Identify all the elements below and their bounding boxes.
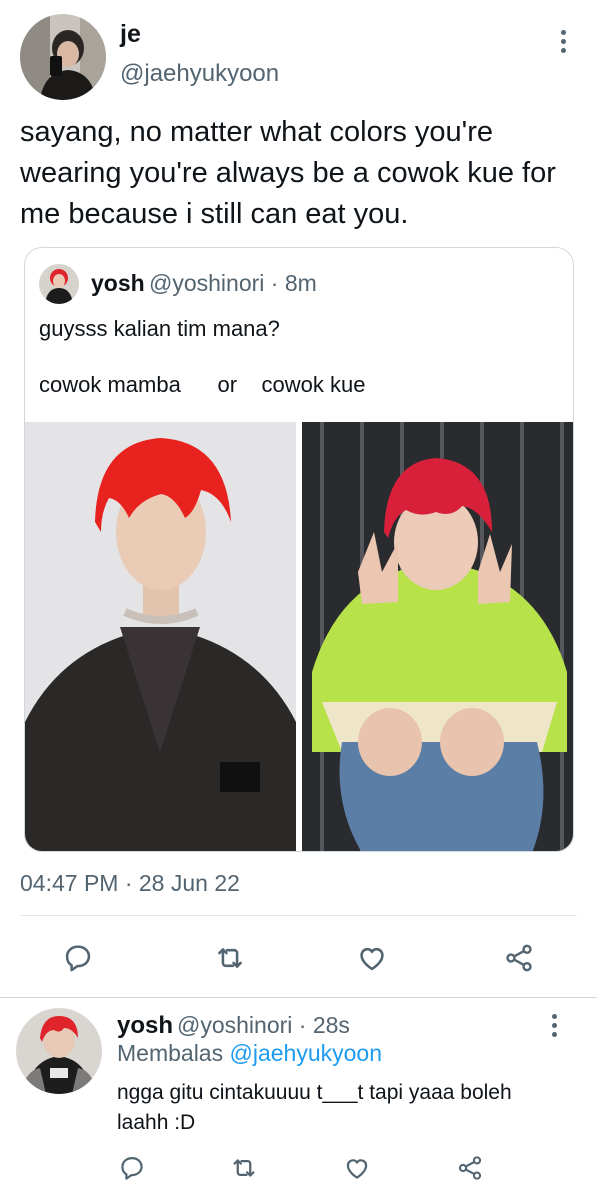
more-vertical-icon[interactable] [542,1008,566,1042]
more-vertical-icon[interactable] [551,24,575,58]
tweet-text: sayang, no matter what colors you're wea… [20,116,556,230]
divider [20,915,577,916]
reply-icon[interactable] [112,1148,152,1188]
photo-right[interactable] [302,422,573,851]
reply-icon[interactable] [55,935,101,981]
reply-text: ngga gitu cintakuuuu t___t tapi yaaa bol… [117,1081,512,1134]
quoted-tweet-options: cowok mamba or cowok kue [39,372,366,397]
retweet-icon[interactable] [224,1148,264,1188]
author-name[interactable]: je [120,20,141,49]
quoted-author-handle: @yoshinori · 8m [149,270,317,296]
main-tweet: je @jaehyukyoon sayang, no matter what c… [0,0,597,997]
avatar[interactable] [20,14,106,100]
photo-left[interactable] [25,422,296,851]
reply-author-name[interactable]: yosh [117,1012,173,1040]
tweet-timestamp: 04:47 PM · 28 Jun 22 [20,870,240,896]
share-icon[interactable] [450,1148,490,1188]
reply-author-handle[interactable]: @yoshinori · 28s [177,1012,350,1039]
author-handle[interactable]: @jaehyukyoon [120,60,279,88]
replying-prefix: Membalas [117,1040,224,1066]
quoted-media [25,422,573,851]
quoted-tweet[interactable]: yosh @yoshinori · 8m guysss kalian tim m… [24,247,574,852]
quoted-author-name: yosh [91,270,145,296]
quoted-tweet-text: guysss kalian tim mana? [39,316,280,341]
reply-tweet[interactable]: yosh @yoshinori · 28s Membalas @jaehyuky… [0,998,597,1200]
share-icon[interactable] [496,935,542,981]
avatar[interactable] [16,1008,102,1094]
like-icon[interactable] [337,1148,377,1188]
like-icon[interactable] [349,935,395,981]
replying-to: Membalas @jaehyukyoon [117,1040,382,1067]
retweet-icon[interactable] [207,935,253,981]
replying-to-link[interactable]: @jaehyukyoon [230,1040,383,1066]
avatar [39,264,79,304]
